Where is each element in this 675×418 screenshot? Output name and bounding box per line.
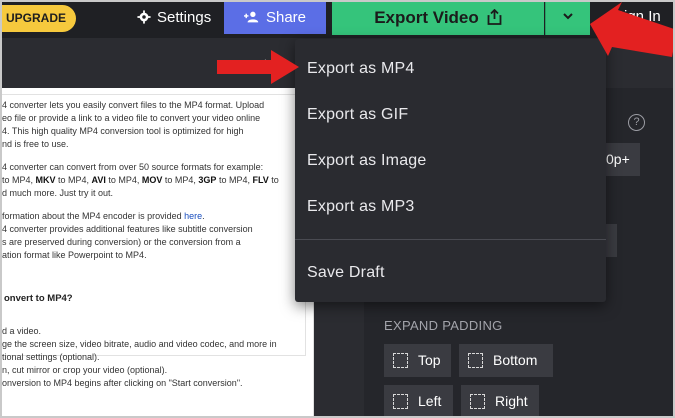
format-mov: MOV [141,175,163,185]
padding-bottom-button[interactable]: Bottom [459,344,553,377]
menu-item-export-mp3[interactable]: Export as MP3 [307,193,415,221]
encoder-info-link[interactable]: here [184,211,202,221]
help-icon[interactable]: ? [628,114,645,131]
formats-text: to MP4, [2,175,36,185]
document-panel: 4 converter lets you easily convert file… [2,88,314,416]
app-window: UPGRADE Settings Share Export Video Sign… [0,0,675,418]
menu-item-save-draft[interactable]: Save Draft [307,259,385,287]
top-bar: UPGRADE Settings Share Export Video Sign… [2,2,673,38]
export-video-button[interactable]: Export Video [332,2,544,35]
description-line: 4. This high quality MP4 conversion tool… [2,126,244,136]
converter-description-card: 4 converter lets you easily convert file… [2,94,306,356]
step-line: tional settings (optional). [2,352,100,362]
menu-item-export-image[interactable]: Export as Image [307,147,427,175]
formats-text: to MP4, [55,175,92,185]
annotation-arrow-icon [590,2,673,57]
export-dropdown-menu: Export as MP4 Export as GIF Export as Im… [295,39,606,302]
format-mkv: MKV [35,175,56,185]
format-flv: FLV [252,175,269,185]
gear-icon [137,10,151,24]
padding-left-button[interactable]: Left [384,385,453,416]
info-text: formation about the MP4 encoder is provi… [2,211,185,221]
formats-line: to MP4, MKV to MP4, AVI to MP4, MOV to M… [2,174,302,187]
format-avi: AVI [91,175,106,185]
menu-divider [295,239,606,240]
export-options-dropdown-button[interactable] [545,2,590,35]
info-line: 4 converter provides additional features… [2,224,253,234]
chevron-down-icon [563,13,573,20]
expand-padding-label: EXPAND PADDING [384,318,503,333]
how-to-heading: onvert to MP4? [4,293,73,304]
padding-top-label: Top [418,352,441,368]
padding-left-label: Left [418,393,442,409]
add-user-icon [243,11,259,23]
padding-box-icon [468,353,483,368]
step-line: n, cut mirror or crop your video (option… [2,365,168,375]
upgrade-button[interactable]: UPGRADE [2,5,76,32]
share-button[interactable]: Share [224,2,326,34]
padding-bottom-label: Bottom [493,352,538,368]
export-video-label: Export Video [374,8,479,27]
formats-text: to MP4, [105,175,142,185]
menu-item-export-mp4[interactable]: Export as MP4 [307,55,415,83]
settings-label: Settings [157,9,212,26]
share-label: Share [265,9,307,26]
menu-item-export-gif[interactable]: Export as GIF [307,101,408,129]
settings-button[interactable]: Settings [137,2,211,34]
padding-top-button[interactable]: Top [384,344,451,377]
description-line: eo file or provide a link to a video fil… [2,113,261,123]
info-line: formation about the MP4 encoder is provi… [2,210,302,223]
formats-line: 4 converter can convert from over 50 sou… [2,162,264,172]
padding-box-icon [393,394,408,409]
padding-right-button[interactable]: Right [461,385,539,416]
formats-text: to MP4, [162,175,199,185]
formats-text: to MP4, [216,175,253,185]
step-line: onversion to MP4 begins after clicking o… [2,378,243,388]
formats-text: to [268,175,279,185]
step-line: d a video. [2,326,42,336]
description-line: 4 converter lets you easily convert file… [2,100,265,110]
info-line: ation format like Powerpoint to MP4. [2,250,147,260]
annotation-arrow-icon [217,50,299,84]
export-upload-icon [487,9,502,25]
step-line: ge the screen size, video bitrate, audio… [2,339,277,349]
info-line: s are preserved during conversion) or th… [2,237,241,247]
padding-box-icon [470,394,485,409]
padding-box-icon [393,353,408,368]
padding-right-label: Right [495,393,528,409]
description-line: nd is free to use. [2,139,69,149]
formats-line: d much more. Just try it out. [2,188,114,198]
info-text: . [202,211,205,221]
format-3gp: 3GP [198,175,217,185]
